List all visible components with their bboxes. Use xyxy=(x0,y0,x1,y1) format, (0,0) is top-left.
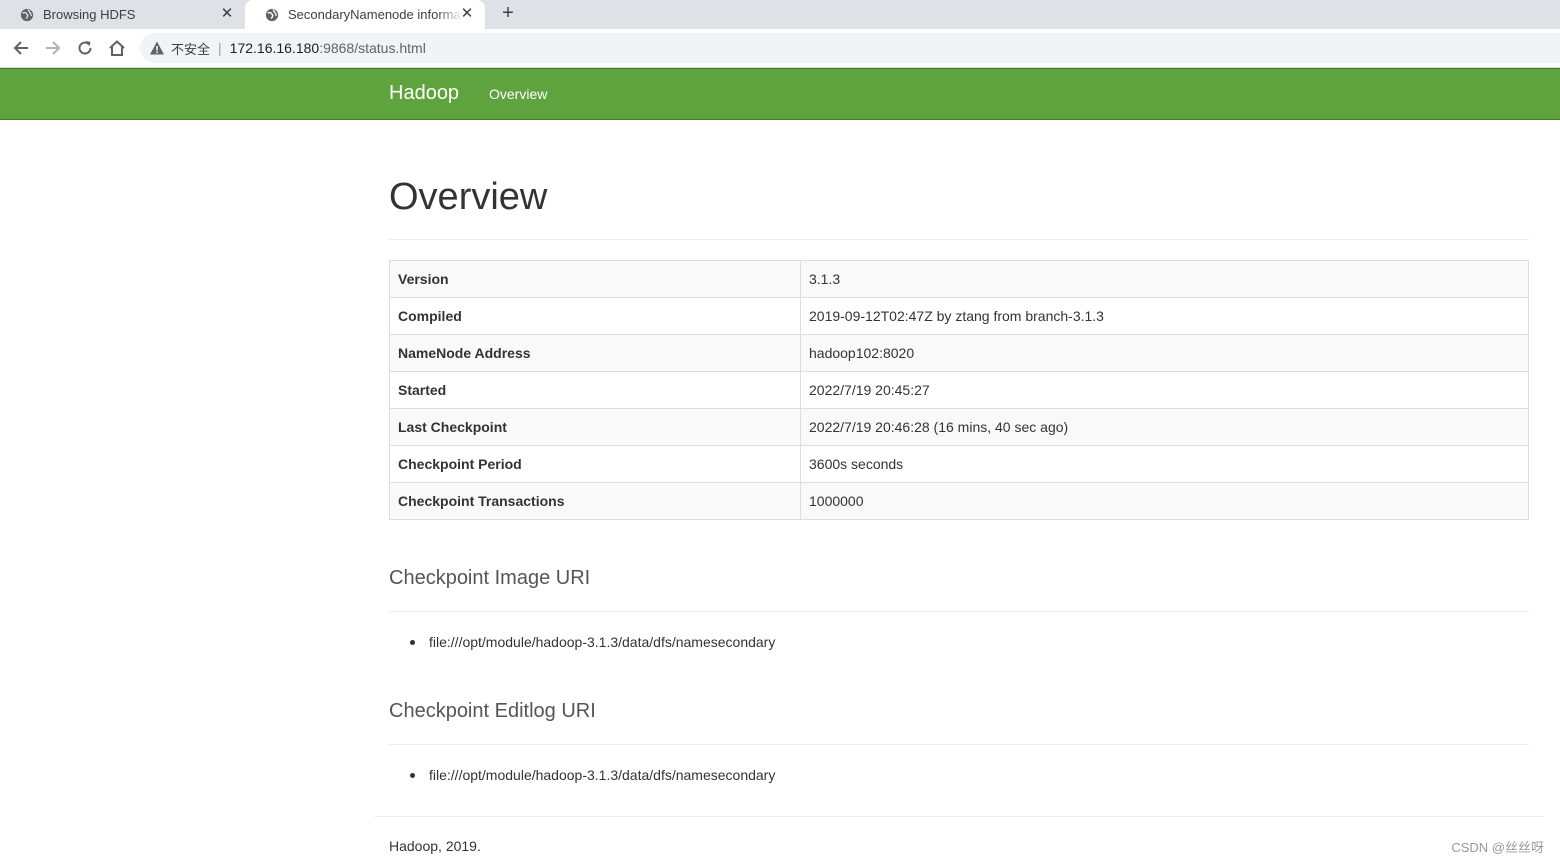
section-divider xyxy=(389,744,1529,745)
row-key: NameNode Address xyxy=(389,334,801,372)
new-tab-button[interactable]: + xyxy=(498,2,518,24)
row-key: Version xyxy=(389,260,801,298)
url-path: :9868/status.html xyxy=(319,40,426,56)
arrow-right-icon xyxy=(46,41,61,55)
home-icon xyxy=(109,40,125,56)
table-row: Started 2022/7/19 20:45:27 xyxy=(389,371,1529,409)
browser-tab-strip: Browsing HDFS ✕ SecondaryNamenode inform… xyxy=(0,0,1560,29)
warning-icon xyxy=(150,41,164,55)
footer-text: Hadoop, 2019. xyxy=(389,838,481,854)
row-key: Last Checkpoint xyxy=(389,408,801,446)
browser-toolbar: 不安全 | 172.16.16.180 :9868/status.html xyxy=(0,29,1560,68)
row-key: Checkpoint Transactions xyxy=(389,482,801,520)
row-key: Started xyxy=(389,371,801,409)
bullet-icon xyxy=(410,772,415,778)
overview-table: Version 3.1.3 Compiled 2019-09-12T02:47Z… xyxy=(389,260,1529,520)
table-row: Checkpoint Transactions 1000000 xyxy=(389,482,1529,520)
arrow-left-icon xyxy=(13,41,28,55)
row-value: 2022/7/19 20:45:27 xyxy=(800,371,1529,409)
address-separator: | xyxy=(218,40,222,56)
globe-icon xyxy=(265,8,279,21)
table-row: NameNode Address hadoop102:8020 xyxy=(389,334,1529,372)
reload-icon xyxy=(78,41,92,55)
forward-button[interactable] xyxy=(42,37,64,59)
home-button[interactable] xyxy=(106,37,128,59)
close-tab-icon[interactable]: ✕ xyxy=(219,6,235,22)
row-value: hadoop102:8020 xyxy=(800,334,1529,372)
row-key: Checkpoint Period xyxy=(389,445,801,483)
table-row: Checkpoint Period 3600s seconds xyxy=(389,445,1529,483)
bullet-icon xyxy=(410,639,415,645)
editlog-uri-heading: Checkpoint Editlog URI xyxy=(389,700,596,722)
tab-title: SecondaryNamenode information xyxy=(288,7,463,22)
list-item: file:///opt/module/hadoop-3.1.3/data/dfs… xyxy=(410,767,775,783)
reload-button[interactable] xyxy=(74,37,96,59)
navbar-brand[interactable]: Hadoop xyxy=(389,82,459,105)
row-key: Compiled xyxy=(389,297,801,335)
hadoop-navbar: Hadoop Overview xyxy=(0,68,1560,120)
row-value: 2019-09-12T02:47Z by ztang from branch-3… xyxy=(800,297,1529,335)
title-divider xyxy=(389,239,1529,240)
section-divider xyxy=(389,611,1529,612)
back-button[interactable] xyxy=(10,37,32,59)
security-label[interactable]: 不安全 xyxy=(171,39,210,58)
address-bar[interactable]: 不安全 | 172.16.16.180 :9868/status.html xyxy=(140,33,1560,63)
tab-title: Browsing HDFS xyxy=(43,7,136,22)
close-tab-icon[interactable]: ✕ xyxy=(459,6,475,22)
image-uri-value: file:///opt/module/hadoop-3.1.3/data/dfs… xyxy=(429,634,776,650)
list-item: file:///opt/module/hadoop-3.1.3/data/dfs… xyxy=(410,634,775,650)
image-uri-heading: Checkpoint Image URI xyxy=(389,567,591,589)
url-host: 172.16.16.180 xyxy=(229,40,320,56)
page-title: Overview xyxy=(389,176,548,218)
editlog-uri-value: file:///opt/module/hadoop-3.1.3/data/dfs… xyxy=(429,767,776,783)
nav-link-overview[interactable]: Overview xyxy=(489,86,547,102)
globe-icon xyxy=(20,8,34,21)
table-row: Last Checkpoint 2022/7/19 20:46:28 (16 m… xyxy=(389,408,1529,446)
tab-browsing-hdfs[interactable]: Browsing HDFS ✕ xyxy=(0,0,245,29)
watermark: CSDN @丝丝呀 xyxy=(1451,840,1544,855)
row-value: 1000000 xyxy=(800,482,1529,520)
footer-divider xyxy=(374,816,1544,817)
row-value: 3.1.3 xyxy=(800,260,1529,298)
tab-secondarynamenode[interactable]: SecondaryNamenode information ✕ xyxy=(245,0,485,29)
row-value: 2022/7/19 20:46:28 (16 mins, 40 sec ago) xyxy=(800,408,1529,446)
row-value: 3600s seconds xyxy=(800,445,1529,483)
table-row: Compiled 2019-09-12T02:47Z by ztang from… xyxy=(389,297,1529,335)
table-row: Version 3.1.3 xyxy=(389,260,1529,298)
